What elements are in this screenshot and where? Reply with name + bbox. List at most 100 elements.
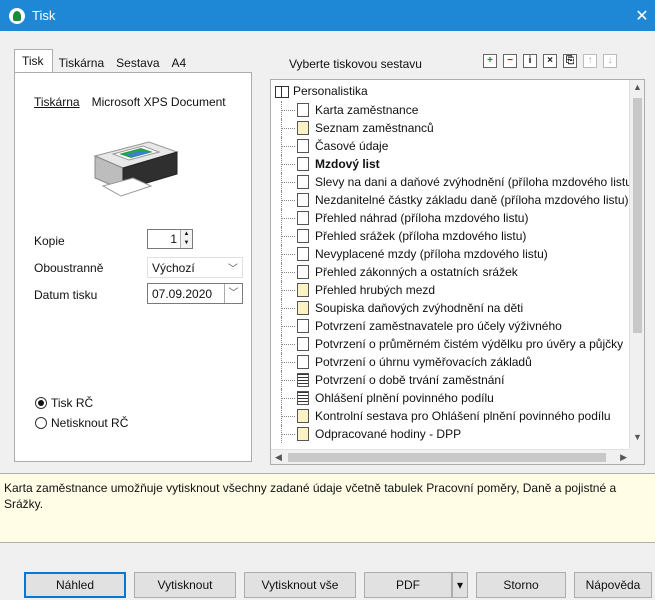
tree-item[interactable]: Časové údaje xyxy=(271,137,631,155)
close-item-icon[interactable]: × xyxy=(543,54,557,68)
tree-item-label: Soupiska daňových zvýhodnění na děti xyxy=(315,301,524,315)
report-select-label: Vyberte tiskovou sestavu xyxy=(289,57,422,71)
print-all-button[interactable]: Vytisknout vše xyxy=(244,572,356,598)
copy-icon[interactable]: ⎘ xyxy=(563,54,577,68)
report-description: Karta zaměstnance umožňuje vytisknout vš… xyxy=(0,473,655,543)
cancel-button[interactable]: Storno xyxy=(476,572,566,598)
tree-item-label: Potvrzení o době trvání zaměstnání xyxy=(315,373,505,387)
tab-tiskarna[interactable]: Tiskárna xyxy=(53,52,111,72)
help-button[interactable]: Nápověda xyxy=(574,572,652,598)
radio-print-rc[interactable]: Tisk RČ xyxy=(35,396,93,410)
tree-item[interactable]: Odpracované hodiny - DPP xyxy=(271,425,631,443)
scroll-thumb[interactable] xyxy=(633,98,642,333)
document-icon xyxy=(297,121,309,135)
printer-link[interactable]: Tiskárna xyxy=(34,95,80,109)
move-up-icon[interactable]: ↑ xyxy=(583,54,597,68)
tree-item[interactable]: Nevyplacené mzdy (příloha mzdového listu… xyxy=(271,245,631,263)
date-value: 07.09.2020 xyxy=(152,286,213,301)
duplex-select[interactable]: Výchozí ﹀ xyxy=(147,257,243,278)
tree-item[interactable]: Přehled náhrad (příloha mzdového listu) xyxy=(271,209,631,227)
document-icon xyxy=(297,391,309,405)
document-icon xyxy=(297,427,309,441)
tree-item[interactable]: Přehled hrubých mezd xyxy=(271,281,631,299)
tree-item[interactable]: Potvrzení o úhrnu vyměřovacích základů xyxy=(271,353,631,371)
tree-item-label: Karta zaměstnance xyxy=(315,103,419,117)
pdf-menu-button[interactable]: ▾ xyxy=(452,572,468,598)
tree-item-label: Nevyplacené mzdy (příloha mzdového listu… xyxy=(315,247,548,261)
document-icon xyxy=(297,211,309,225)
window-title: Tisk xyxy=(32,8,56,23)
tree-item[interactable]: Ohlášení plnění povinného podílu xyxy=(271,389,631,407)
tree-item-label: Potvrzení zaměstnavatele pro účely výživ… xyxy=(315,319,562,333)
tree-item[interactable]: Potvrzení o průměrném čistém výdělku pro… xyxy=(271,335,631,353)
tree-item[interactable]: Nezdanitelné částky základu daně (příloh… xyxy=(271,191,631,209)
document-icon xyxy=(297,265,309,279)
tree-item[interactable]: Seznam zaměstnanců xyxy=(271,119,631,137)
tree-item-label: Mzdový list xyxy=(315,157,380,171)
tree-item-label: Nezdanitelné částky základu daně (příloh… xyxy=(315,193,629,207)
tree-item[interactable]: Potvrzení zaměstnavatele pro účely výživ… xyxy=(271,317,631,335)
tab-strip: Tisk Tiskárna Sestava A4 xyxy=(14,49,193,72)
tree-item[interactable]: Přehled zákonných a ostatních srážek xyxy=(271,263,631,281)
spin-down-icon[interactable]: ▼ xyxy=(181,239,192,248)
print-button[interactable]: Vytisknout xyxy=(134,572,236,598)
tree-item[interactable]: Potvrzení o době trvání zaměstnání xyxy=(271,371,631,389)
document-icon xyxy=(297,193,309,207)
document-icon xyxy=(297,337,309,351)
hscroll-thumb[interactable] xyxy=(288,453,606,462)
collapse-icon[interactable]: − xyxy=(503,54,517,68)
tree-item[interactable]: Mzdový list xyxy=(271,155,631,173)
button-bar: Náhled Vytisknout Vytisknout vše PDF ▾ S… xyxy=(0,572,655,598)
duplex-value: Výchozí xyxy=(152,260,195,275)
duplex-label: Oboustranně xyxy=(34,261,104,275)
tree-item-label: Potvrzení o úhrnu vyměřovacích základů xyxy=(315,355,532,369)
tree-items: Karta zaměstnance Seznam zaměstnanců Časov… xyxy=(271,101,636,443)
title-bar: Tisk ✕ xyxy=(0,0,655,31)
scroll-left-icon[interactable]: ◀ xyxy=(275,450,282,464)
document-icon xyxy=(297,319,309,333)
tree-item-label: Přehled hrubých mezd xyxy=(315,283,436,297)
scroll-down-icon[interactable]: ▼ xyxy=(630,432,644,448)
close-icon[interactable]: ✕ xyxy=(633,6,651,26)
document-icon xyxy=(297,229,309,243)
calendar-dropdown-icon[interactable]: ﹀ xyxy=(224,284,242,303)
tree-item-label: Přehled náhrad (příloha mzdového listu) xyxy=(315,211,529,225)
printer-icon xyxy=(93,141,179,197)
expand-icon[interactable]: + xyxy=(483,54,497,68)
preview-button[interactable]: Náhled xyxy=(24,572,126,598)
document-icon xyxy=(297,355,309,369)
document-icon xyxy=(297,373,309,387)
book-icon xyxy=(275,85,289,98)
tree-item-label: Přehled srážek (příloha mzdového listu) xyxy=(315,229,527,243)
app-icon xyxy=(9,7,25,24)
tree-item-label: Odpracované hodiny - DPP xyxy=(315,427,462,441)
tree-item[interactable]: Slevy na dani a daňové zvýhodnění (přílo… xyxy=(271,173,636,191)
radio-unchecked-icon xyxy=(35,417,47,429)
tree-item[interactable]: Přehled srážek (příloha mzdového listu) xyxy=(271,227,631,245)
tree-root[interactable]: Personalistika xyxy=(275,84,368,98)
printer-row: Tiskárna Microsoft XPS Document xyxy=(34,95,226,109)
copies-stepper[interactable]: 1 ▲ ▼ xyxy=(147,229,193,249)
document-icon xyxy=(297,175,309,189)
report-tree[interactable]: Personalistika Karta zaměstnance Seznam z… xyxy=(270,79,645,465)
tree-item[interactable]: Kontrolní sestava pro Ohlášení plnění po… xyxy=(271,407,631,425)
spin-up-icon[interactable]: ▲ xyxy=(181,230,192,239)
pdf-button[interactable]: PDF xyxy=(364,572,452,598)
tab-tisk[interactable]: Tisk xyxy=(14,49,53,72)
tree-item[interactable]: Karta zaměstnance xyxy=(271,101,631,119)
tab-a4[interactable]: A4 xyxy=(166,52,193,72)
radio-no-print-rc[interactable]: Netisknout RČ xyxy=(35,416,128,430)
date-picker[interactable]: 07.09.2020 ﹀ xyxy=(147,283,243,304)
tab-sestava[interactable]: Sestava xyxy=(110,52,165,72)
copies-value: 1 xyxy=(170,232,177,246)
scroll-up-icon[interactable]: ▲ xyxy=(630,82,644,98)
vertical-scrollbar[interactable]: ▲ ▼ xyxy=(629,80,644,450)
horizontal-scrollbar[interactable]: ◀ ▶ xyxy=(271,449,631,464)
move-down-icon[interactable]: ↓ xyxy=(603,54,617,68)
scroll-right-icon[interactable]: ▶ xyxy=(620,450,627,464)
tree-item-label: Přehled zákonných a ostatních srážek xyxy=(315,265,518,279)
info-icon[interactable]: i xyxy=(523,54,537,68)
tree-item[interactable]: Soupiska daňových zvýhodnění na děti xyxy=(271,299,631,317)
radio-checked-icon xyxy=(35,397,47,409)
document-icon xyxy=(297,103,309,117)
